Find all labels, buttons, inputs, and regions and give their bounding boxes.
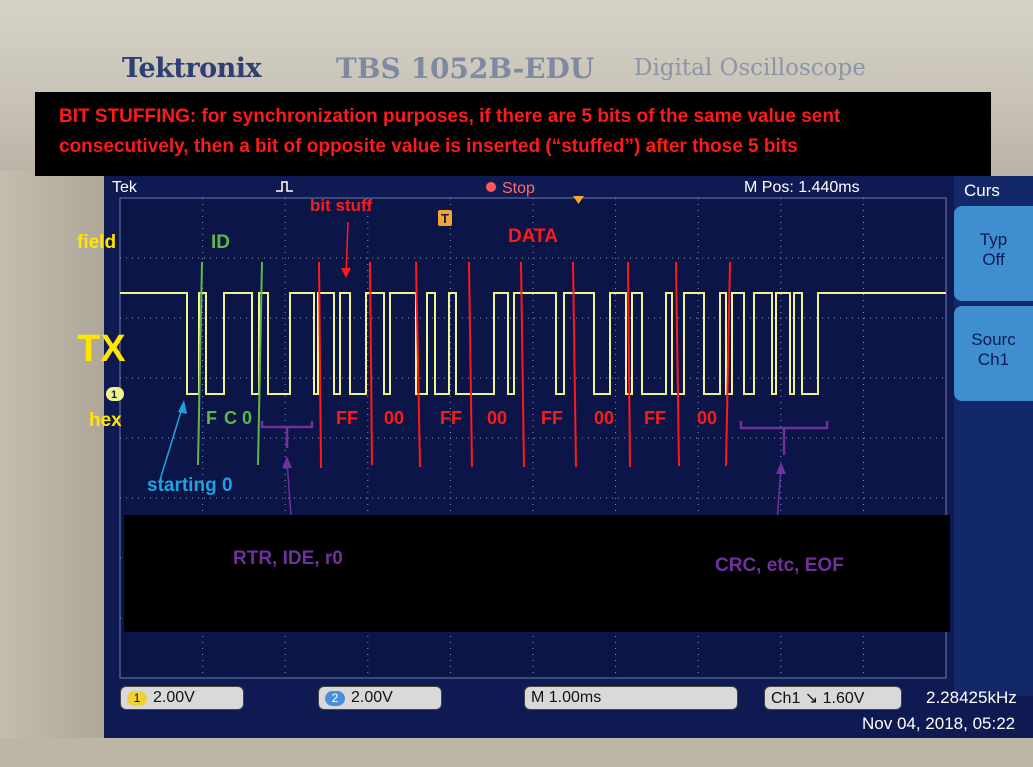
id-label: ID: [211, 232, 230, 253]
data-bit-marker: [468, 261, 473, 468]
data-bit-marker: [415, 261, 421, 468]
rtr-bracket: [260, 421, 314, 448]
data-label: DATA: [508, 226, 558, 247]
rtr-arrow-icon: [282, 456, 292, 468]
data-bit-marker: [627, 261, 631, 468]
field-label: field: [77, 232, 117, 253]
crc-arrow-icon: [776, 462, 786, 474]
data-byte: 00: [697, 408, 718, 428]
data-bit-marker: [725, 261, 731, 467]
id-bit-marker: [257, 261, 263, 466]
crc-bracket: [739, 421, 829, 455]
starting-bit-label: starting 0: [147, 475, 233, 496]
annotation-overlay: [159, 221, 829, 551]
bit-stuff-arrow-line: [345, 221, 349, 277]
bit-markers: [197, 261, 731, 469]
data-bit-marker: [675, 261, 680, 467]
data-byte: FF: [644, 408, 666, 428]
crc-label: CRC, etc, EOF: [715, 555, 844, 576]
data-byte: FF: [336, 408, 358, 428]
rtr-label: RTR, IDE, r0: [233, 548, 343, 569]
starting-bit-arrow-icon: [178, 400, 187, 414]
data-bit-marker: [369, 261, 373, 466]
data-byte: 00: [594, 408, 615, 428]
bit-stuff-arrow-icon: [341, 268, 351, 278]
id-bit-marker: [197, 261, 203, 466]
id-hex-f: F: [206, 408, 217, 428]
data-byte: 00: [487, 408, 508, 428]
id-hex-0: 0: [242, 408, 253, 428]
hex-label: hex: [89, 410, 122, 431]
data-byte: FF: [541, 408, 563, 428]
data-bit-marker: [520, 261, 525, 468]
tx-label: TX: [77, 328, 126, 370]
data-byte: 00: [384, 408, 405, 428]
starting-bit-arrow-line: [159, 404, 184, 481]
data-bit-marker: [318, 261, 322, 469]
id-hex-c: C: [224, 408, 237, 428]
bit-stuff-label: bit stuff: [310, 196, 373, 215]
data-bit-marker: [572, 261, 577, 468]
data-byte: FF: [440, 408, 462, 428]
